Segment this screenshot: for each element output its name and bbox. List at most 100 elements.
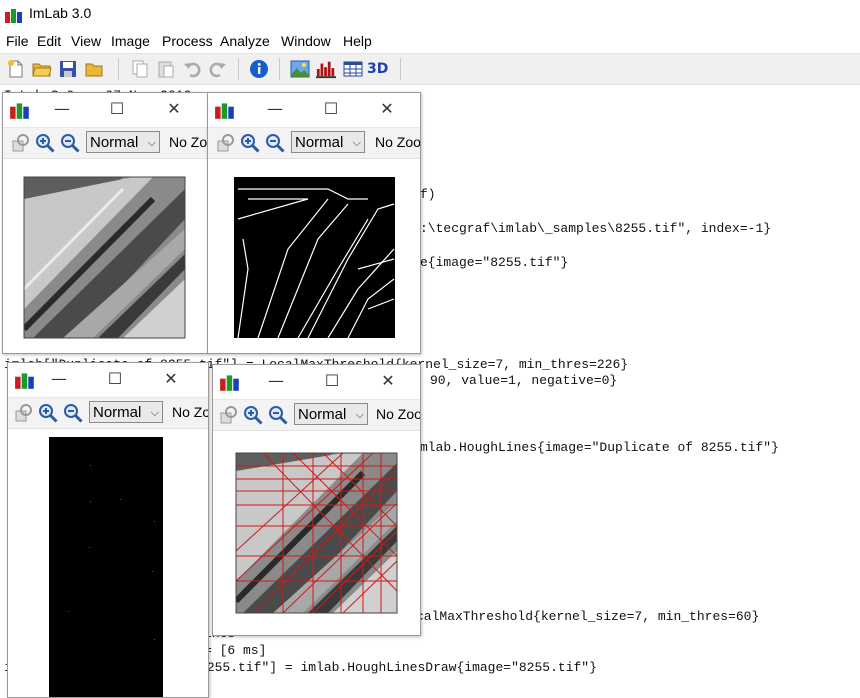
app-title: ImLab 3.0 <box>29 5 92 21</box>
image-original <box>23 176 186 339</box>
zoom-select[interactable]: Normal ⌵ <box>86 131 160 153</box>
maximize-button[interactable]: ☐ <box>320 98 342 120</box>
app-logo-icon <box>15 373 34 389</box>
window-toolbar: Normal ⌵ No Zoom <box>213 399 420 431</box>
zoom-in-icon[interactable] <box>38 403 58 423</box>
app-logo-icon <box>10 103 29 119</box>
console-line: 90, value=1, negative=0} <box>430 373 618 388</box>
toolbar-separator <box>118 58 119 80</box>
zoom-select-value: Normal <box>93 404 142 421</box>
close-button[interactable]: ✕ <box>377 370 399 392</box>
zoom-select[interactable]: Normal ⌵ <box>291 131 365 153</box>
menu-help[interactable]: Help <box>343 33 372 49</box>
console-line: = [6 ms] <box>204 643 267 658</box>
console-line: mlab.HoughLines{image="Duplicate of 8255… <box>420 440 779 455</box>
image-window-hough-lines[interactable]: — ☐ ✕ Normal ⌵ No Zoom <box>212 364 421 636</box>
zoom-out-icon[interactable] <box>63 403 83 423</box>
window-title-bar: — ☐ ✕ <box>3 93 207 125</box>
zoom-fit-icon[interactable] <box>216 133 236 153</box>
chevron-down-icon: ⌵ <box>355 409 364 421</box>
menu-edit[interactable]: Edit <box>37 33 61 49</box>
window-title-bar: — ☐ ✕ <box>208 93 420 125</box>
image-canvas[interactable] <box>3 159 207 353</box>
menu-view[interactable]: View <box>71 33 101 49</box>
image-hough-space <box>49 437 163 697</box>
zoom-select-value: Normal <box>90 134 139 151</box>
image-window-hough-space[interactable]: — ☐ ✕ Normal ⌵ No Zoom <box>7 362 209 698</box>
zoom-in-icon[interactable] <box>240 133 260 153</box>
menu-window[interactable]: Window <box>281 33 331 49</box>
zoom-in-icon[interactable] <box>35 133 55 153</box>
zoom-fit-icon[interactable] <box>11 133 31 153</box>
no-zoom-label: No Zoom <box>169 134 208 150</box>
console-line: calMaxThreshold{kernel_size=7, min_thres… <box>416 609 760 624</box>
minimize-button[interactable]: — <box>51 98 73 120</box>
image-canvas[interactable] <box>8 429 208 697</box>
minimize-button[interactable]: — <box>265 370 287 392</box>
app-logo-icon <box>220 375 239 391</box>
app-logo-icon <box>215 103 234 119</box>
toolbar-separator <box>238 58 239 80</box>
menu-image[interactable]: Image <box>111 33 150 49</box>
menu-process[interactable]: Process <box>162 33 213 49</box>
maximize-button[interactable]: ☐ <box>321 370 343 392</box>
chevron-down-icon: ⌵ <box>150 407 159 419</box>
zoom-select-value: Normal <box>295 134 344 151</box>
open-folder-icon[interactable] <box>32 59 52 79</box>
copy-icon[interactable] <box>130 59 150 79</box>
folder-icon[interactable] <box>84 59 104 79</box>
new-file-icon[interactable] <box>6 59 26 79</box>
app-logo-icon <box>5 9 22 23</box>
undo-icon[interactable] <box>182 59 202 79</box>
save-icon[interactable] <box>58 59 78 79</box>
maximize-button[interactable]: ☐ <box>104 368 126 390</box>
no-zoom-label: No Zoom <box>172 404 209 420</box>
redo-icon[interactable] <box>208 59 228 79</box>
image-window-original[interactable]: — ☐ ✕ Normal ⌵ No Zoom <box>2 92 208 354</box>
zoom-select[interactable]: Normal ⌵ <box>294 403 368 425</box>
zoom-select[interactable]: Normal ⌵ <box>89 401 163 423</box>
chevron-down-icon: ⌵ <box>147 137 156 149</box>
close-button[interactable]: ✕ <box>376 98 398 120</box>
window-toolbar: Normal ⌵ No Zoom <box>8 397 208 429</box>
window-toolbar: Normal ⌵ No Zoom <box>3 127 207 159</box>
menu-analyze[interactable]: Analyze <box>220 33 270 49</box>
image-canvas[interactable] <box>208 159 420 353</box>
3d-view-icon[interactable]: 3D <box>367 59 393 79</box>
histogram-icon[interactable] <box>316 59 336 79</box>
chevron-down-icon: ⌵ <box>352 137 361 149</box>
zoom-in-icon[interactable] <box>243 405 263 425</box>
window-title-bar: — ☐ ✕ <box>213 365 420 397</box>
close-button[interactable]: ✕ <box>163 98 185 120</box>
toolbar-separator <box>279 58 280 80</box>
image-edges <box>234 177 395 338</box>
minimize-button[interactable]: — <box>48 368 70 390</box>
menu-bar: File Edit View Image Process Analyze Win… <box>0 30 860 52</box>
no-zoom-label: No Zoom <box>375 134 421 150</box>
zoom-fit-icon[interactable] <box>14 403 34 423</box>
menu-file[interactable]: File <box>6 33 29 49</box>
info-icon[interactable] <box>249 59 269 79</box>
zoom-out-icon[interactable] <box>265 133 285 153</box>
maximize-button[interactable]: ☐ <box>106 98 128 120</box>
zoom-out-icon[interactable] <box>268 405 288 425</box>
zoom-select-value: Normal <box>298 406 347 423</box>
image-window-edges[interactable]: — ☐ ✕ Normal ⌵ No Zoom <box>207 92 421 354</box>
zoom-fit-icon[interactable] <box>219 405 239 425</box>
console-line: e{image="8255.tif"} <box>420 255 569 270</box>
minimize-button[interactable]: — <box>264 98 286 120</box>
paste-icon[interactable] <box>156 59 176 79</box>
image-canvas[interactable] <box>213 431 420 635</box>
window-toolbar: Normal ⌵ No Zoom <box>208 127 420 159</box>
zoom-out-icon[interactable] <box>60 133 80 153</box>
console-line: :\tecgraf\imlab\_samples\8255.tif", inde… <box>420 221 772 236</box>
toolbar-separator <box>400 58 401 80</box>
table-icon[interactable] <box>343 59 363 79</box>
close-button[interactable]: ✕ <box>160 368 182 390</box>
main-toolbar: 3D <box>0 53 860 85</box>
image-icon[interactable] <box>290 59 310 79</box>
window-title-bar: — ☐ ✕ <box>8 363 208 395</box>
app-title-bar: ImLab 3.0 <box>0 0 860 28</box>
image-hough-lines <box>235 452 398 614</box>
no-zoom-label: No Zoom <box>376 406 420 422</box>
